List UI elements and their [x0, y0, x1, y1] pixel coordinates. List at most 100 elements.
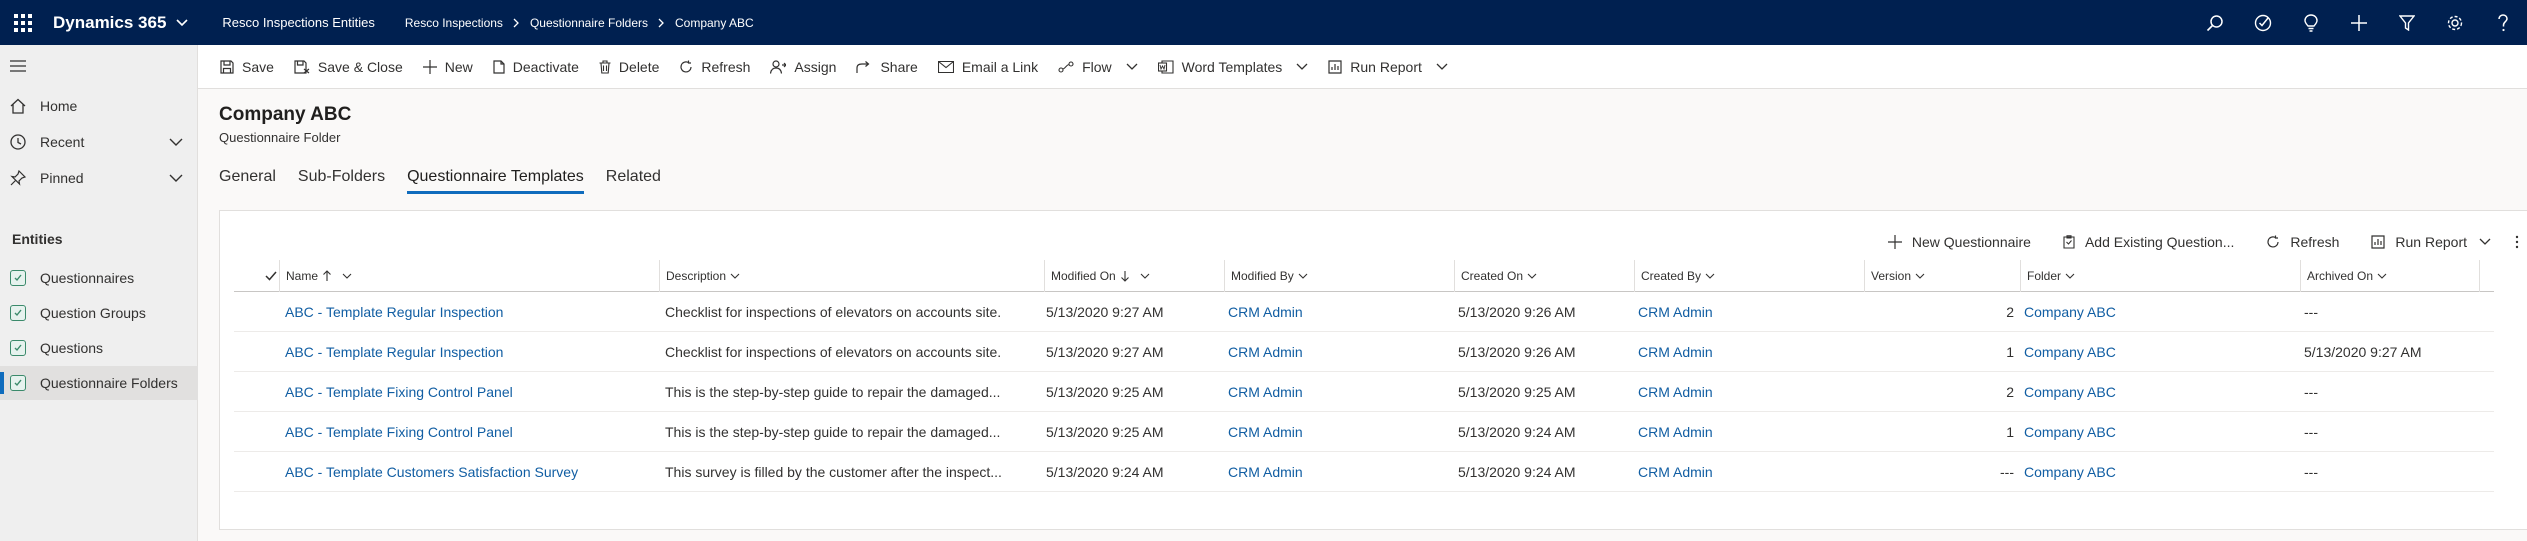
deactivate-button[interactable]: Deactivate	[483, 45, 589, 89]
table-row[interactable]: ABC - Template Regular Inspection Checkl…	[234, 332, 2494, 372]
chevron-down-icon	[1527, 273, 1537, 279]
clipboard-icon	[2063, 235, 2075, 249]
cell-modified-by-link[interactable]: CRM Admin	[1228, 372, 1448, 412]
column-header-description[interactable]: Description	[659, 260, 1044, 292]
subgrid-refresh-button[interactable]: Refresh	[2250, 234, 2355, 250]
column-header-modified-by[interactable]: Modified By	[1224, 260, 1454, 292]
add-existing-button[interactable]: Add Existing Question...	[2047, 234, 2250, 250]
cell-created-by-link[interactable]: CRM Admin	[1638, 332, 1858, 372]
column-header-name[interactable]: Name	[279, 260, 659, 292]
advanced-find-button[interactable]	[2383, 0, 2431, 45]
email-link-button[interactable]: Email a Link	[928, 45, 1048, 89]
new-label: New	[444, 58, 473, 75]
deactivate-label: Deactivate	[512, 58, 579, 75]
more-commands-button[interactable]	[2507, 235, 2527, 249]
sidebar-item-questionnaires[interactable]: Questionnaires	[0, 261, 198, 295]
cell-name-link[interactable]: ABC - Template Fixing Control Panel	[285, 372, 655, 412]
site-map-toggle-button[interactable]	[0, 49, 198, 83]
chevron-down-icon[interactable]	[168, 134, 184, 150]
search-button[interactable]	[2191, 0, 2239, 45]
task-check-icon	[2254, 14, 2272, 31]
flow-button[interactable]: Flow	[1048, 45, 1148, 89]
column-header-folder[interactable]: Folder	[2020, 260, 2300, 292]
refresh-icon	[2267, 235, 2279, 248]
chevron-down-icon	[1915, 273, 1925, 279]
sidebar-item-recent[interactable]: Recent	[0, 125, 198, 159]
word-templates-button[interactable]: Word Templates	[1148, 45, 1319, 89]
column-header-version[interactable]: Version	[1864, 260, 2020, 292]
cell-created-on: 5/13/2020 9:26 AM	[1458, 304, 1576, 320]
cell-name-link[interactable]: ABC - Template Customers Satisfaction Su…	[285, 452, 655, 492]
save-button[interactable]: Save	[210, 45, 284, 89]
sidebar-item-label: Recent	[40, 134, 85, 150]
entity-icon	[10, 270, 26, 286]
column-header-archived-on[interactable]: Archived On	[2300, 260, 2480, 292]
tab-questionnaire-templates[interactable]: Questionnaire Templates	[407, 164, 584, 196]
new-questionnaire-button[interactable]: New Questionnaire	[1872, 234, 2047, 250]
refresh-button[interactable]: Refresh	[669, 45, 760, 89]
cell-name-link[interactable]: ABC - Template Regular Inspection	[285, 332, 655, 372]
table-row[interactable]: ABC - Template Fixing Control Panel This…	[234, 412, 2494, 452]
cell-created-by-link[interactable]: CRM Admin	[1638, 412, 1858, 452]
app-module-title[interactable]: Resco Inspections Entities	[222, 15, 374, 30]
tab-sub-folders[interactable]: Sub-Folders	[298, 164, 385, 196]
assign-button[interactable]: Assign	[760, 45, 846, 89]
cell-folder-link[interactable]: Company ABC	[2024, 372, 2294, 412]
sidebar-item-home[interactable]: Home	[0, 89, 198, 123]
cell-created-by-link[interactable]: CRM Admin	[1638, 292, 1858, 332]
breadcrumb-item[interactable]: Questionnaire Folders	[530, 16, 648, 30]
table-row[interactable]: ABC - Template Fixing Control Panel This…	[234, 372, 2494, 412]
cell-created-on: 5/13/2020 9:24 AM	[1458, 464, 1576, 480]
sidebar-item-questions[interactable]: Questions	[0, 331, 198, 365]
sidebar-item-pinned[interactable]: Pinned	[0, 161, 198, 195]
column-header-label: Modified On	[1051, 269, 1116, 283]
new-button[interactable]: New	[413, 45, 483, 89]
help-button[interactable]	[2479, 0, 2527, 45]
select-all-checkbox[interactable]	[259, 260, 279, 292]
cell-folder-link[interactable]: Company ABC	[2024, 412, 2294, 452]
quick-create-button[interactable]	[2335, 0, 2383, 45]
tab-general[interactable]: General	[219, 164, 276, 196]
cell-created-by-link[interactable]: CRM Admin	[1638, 452, 1858, 492]
table-row[interactable]: ABC - Template Customers Satisfaction Su…	[234, 452, 2494, 492]
subgrid-run-report-button[interactable]: Run Report	[2355, 234, 2507, 250]
tab-related[interactable]: Related	[606, 164, 661, 196]
sidebar-item-label: Questionnaires	[40, 270, 135, 286]
settings-button[interactable]	[2431, 0, 2479, 45]
cell-modified-on: 5/13/2020 9:24 AM	[1046, 464, 1164, 480]
sidebar-item-questionnaire-folders[interactable]: Questionnaire Folders	[0, 366, 198, 400]
breadcrumb-item[interactable]: Resco Inspections	[405, 16, 503, 30]
task-flow-button[interactable]	[2239, 0, 2287, 45]
table-row[interactable]: ABC - Template Regular Inspection Checkl…	[234, 292, 2494, 332]
column-header-modified-on[interactable]: Modified On	[1044, 260, 1224, 292]
cell-created-by-link[interactable]: CRM Admin	[1638, 372, 1858, 412]
run-report-button[interactable]: Run Report	[1318, 45, 1458, 89]
cell-folder-link[interactable]: Company ABC	[2024, 452, 2294, 492]
assign-label: Assign	[794, 58, 837, 75]
cell-folder-link[interactable]: Company ABC	[2024, 332, 2294, 372]
delete-button[interactable]: Delete	[589, 45, 669, 89]
column-header-created-on[interactable]: Created On	[1454, 260, 1634, 292]
cell-modified-by-link[interactable]: CRM Admin	[1228, 412, 1448, 452]
save-close-button[interactable]: Save & Close	[284, 45, 413, 89]
sidebar-item-question-groups[interactable]: Question Groups	[0, 296, 198, 330]
relationship-insights-button[interactable]	[2287, 0, 2335, 45]
entity-icon	[10, 340, 26, 356]
cell-modified-by-link[interactable]: CRM Admin	[1228, 332, 1448, 372]
chevron-down-icon[interactable]	[168, 170, 184, 186]
flow-label: Flow	[1082, 58, 1112, 75]
app-launcher-button[interactable]	[0, 0, 45, 45]
column-header-label: Name	[286, 269, 319, 283]
column-header-created-by[interactable]: Created By	[1634, 260, 1864, 292]
cell-name-link[interactable]: ABC - Template Fixing Control Panel	[285, 412, 655, 452]
cell-name-link[interactable]: ABC - Template Regular Inspection	[285, 292, 655, 332]
share-button[interactable]: Share	[846, 45, 927, 89]
cell-modified-by-link[interactable]: CRM Admin	[1228, 452, 1448, 492]
cell-modified-by-link[interactable]: CRM Admin	[1228, 292, 1448, 332]
column-header-label: Created On	[1461, 269, 1524, 283]
lightbulb-icon	[2304, 13, 2318, 32]
cell-modified-on: 5/13/2020 9:27 AM	[1046, 344, 1164, 360]
questionnaire-templates-subgrid: New Questionnaire Add Existing Question.…	[219, 210, 2527, 530]
cell-folder-link[interactable]: Company ABC	[2024, 292, 2294, 332]
app-switcher[interactable]: Dynamics 365	[53, 13, 188, 33]
